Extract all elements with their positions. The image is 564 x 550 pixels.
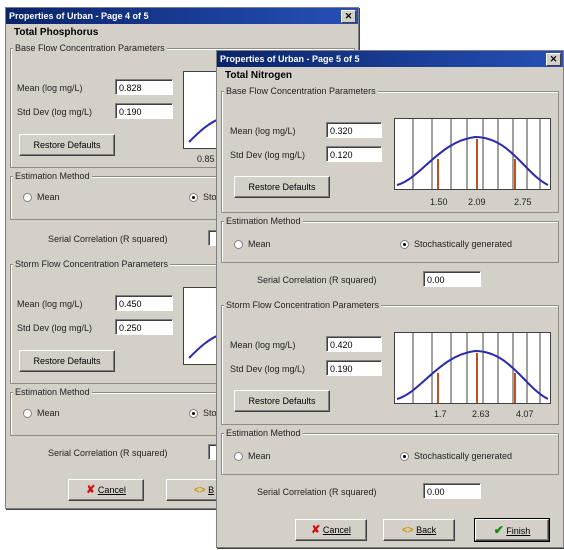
serial-correlation-label: Serial Correlation (R squared) [257,275,377,285]
mean-field[interactable]: 0.828 [115,79,173,95]
pollutant-heading: Total Nitrogen [225,70,293,81]
group-label: Estimation Method [224,216,303,226]
window-title: Properties of Urban - Page 5 of 5 [220,54,360,64]
distribution-chart [394,332,551,404]
back-button[interactable]: <> Back [383,519,455,541]
stochastic-radio-label: Stochastically generated [414,451,513,461]
mean-label: Mean (log mg/L) [17,83,83,93]
mean-radio-label: Mean [248,451,271,461]
base-flow-group: Base Flow Concentration Parameters Mean … [221,86,559,213]
restore-defaults-button[interactable]: Restore Defaults [234,176,330,198]
properties-window-page5: Properties of Urban - Page 5 of 5 ✕ Tota… [216,50,564,548]
cancel-x-icon: ✘ [86,484,96,496]
serial-correlation-label: Serial Correlation (R squared) [257,487,377,497]
mean-label: Mean (log mg/L) [17,299,83,309]
mean-radio[interactable] [234,452,243,461]
group-label: Estimation Method [13,387,92,397]
std-dev-field[interactable]: 0.250 [115,319,173,335]
std-dev-field[interactable]: 0.120 [326,146,382,162]
mean-label: Mean (log mg/L) [230,340,296,350]
serial-correlation-field[interactable]: 0.00 [423,483,481,499]
std-dev-field[interactable]: 0.190 [115,103,173,119]
group-label: Base Flow Concentration Parameters [224,86,378,96]
pollutant-heading: Total Phosphorus [14,27,99,38]
mean-radio[interactable] [23,409,32,418]
mean-radio-label: Mean [248,239,271,249]
title-bar: Properties of Urban - Page 4 of 5 ✕ [6,8,358,24]
window-title: Properties of Urban - Page 4 of 5 [9,11,149,21]
restore-defaults-button[interactable]: Restore Defaults [234,390,330,412]
chart-tick-label: 1.50 [430,197,448,207]
std-dev-label: Std Dev (log mg/L) [230,364,306,374]
mean-field[interactable]: 0.420 [326,336,382,352]
serial-correlation-label: Serial Correlation (R squared) [48,448,168,458]
cancel-x-icon: ✘ [311,524,321,536]
mean-radio-label: Mean [37,408,60,418]
restore-defaults-button[interactable]: Restore Defaults [19,350,115,372]
chart-tick-label: 2.09 [468,197,486,207]
std-dev-label: Std Dev (log mg/L) [230,150,306,160]
restore-defaults-button[interactable]: Restore Defaults [19,134,115,156]
close-icon[interactable]: ✕ [546,53,561,66]
stochastic-radio[interactable] [189,409,198,418]
chart-tick-label: 4.07 [516,409,534,419]
finish-button[interactable]: ✔ Finish [474,518,550,542]
serial-correlation-field[interactable]: 0.00 [423,271,481,287]
cancel-label: Cancel [97,485,126,495]
std-dev-label: Std Dev (log mg/L) [17,107,93,117]
mean-radio[interactable] [234,240,243,249]
group-label: Storm Flow Concentration Parameters [13,259,171,269]
estimation-method-group: Estimation Method Mean Stochastically ge… [221,216,559,263]
back-label: Back [416,525,437,535]
close-icon[interactable]: ✕ [341,10,356,23]
back-arrow-icon: <> [401,525,414,536]
stochastic-radio-label: Stochastically generated [414,239,513,249]
estimation-method-group: Estimation Method Mean Stochastically ge… [221,428,559,475]
mean-field[interactable]: 0.450 [115,295,173,311]
mean-label: Mean (log mg/L) [230,126,296,136]
distribution-curve-chart [396,333,549,403]
serial-correlation-label: Serial Correlation (R squared) [48,234,168,244]
stochastic-radio[interactable] [400,452,409,461]
chart-tick-label: 2.75 [514,197,532,207]
finish-label: Finish [506,526,531,536]
stochastic-radio[interactable] [189,193,198,202]
distribution-chart [394,118,551,190]
std-dev-field[interactable]: 0.190 [326,360,382,376]
cancel-button[interactable]: ✘ Cancel [295,519,367,541]
stochastic-radio-label: Sto [203,408,217,418]
back-label: B [208,485,215,495]
cancel-label: Cancel [322,525,351,535]
mean-field[interactable]: 0.320 [326,122,382,138]
mean-radio-label: Mean [37,192,60,202]
storm-flow-group: Storm Flow Concentration Parameters Mean… [221,300,559,425]
stochastic-radio[interactable] [400,240,409,249]
stochastic-radio-label: Sto [203,192,217,202]
group-label: Estimation Method [13,171,92,181]
finish-check-icon: ✔ [493,523,504,537]
distribution-curve-chart [396,119,549,189]
cancel-button[interactable]: ✘ Cancel [68,479,144,501]
chart-tick-label: 1.7 [434,409,447,419]
mean-radio[interactable] [23,193,32,202]
group-label: Base Flow Concentration Parameters [13,43,167,53]
back-arrow-icon: <> [193,485,206,496]
group-label: Storm Flow Concentration Parameters [224,300,382,310]
group-label: Estimation Method [224,428,303,438]
chart-tick-label: 2.63 [472,409,490,419]
chart-tick-label: 0.85 [197,154,215,164]
title-bar: Properties of Urban - Page 5 of 5 ✕ [217,51,563,67]
std-dev-label: Std Dev (log mg/L) [17,323,93,333]
